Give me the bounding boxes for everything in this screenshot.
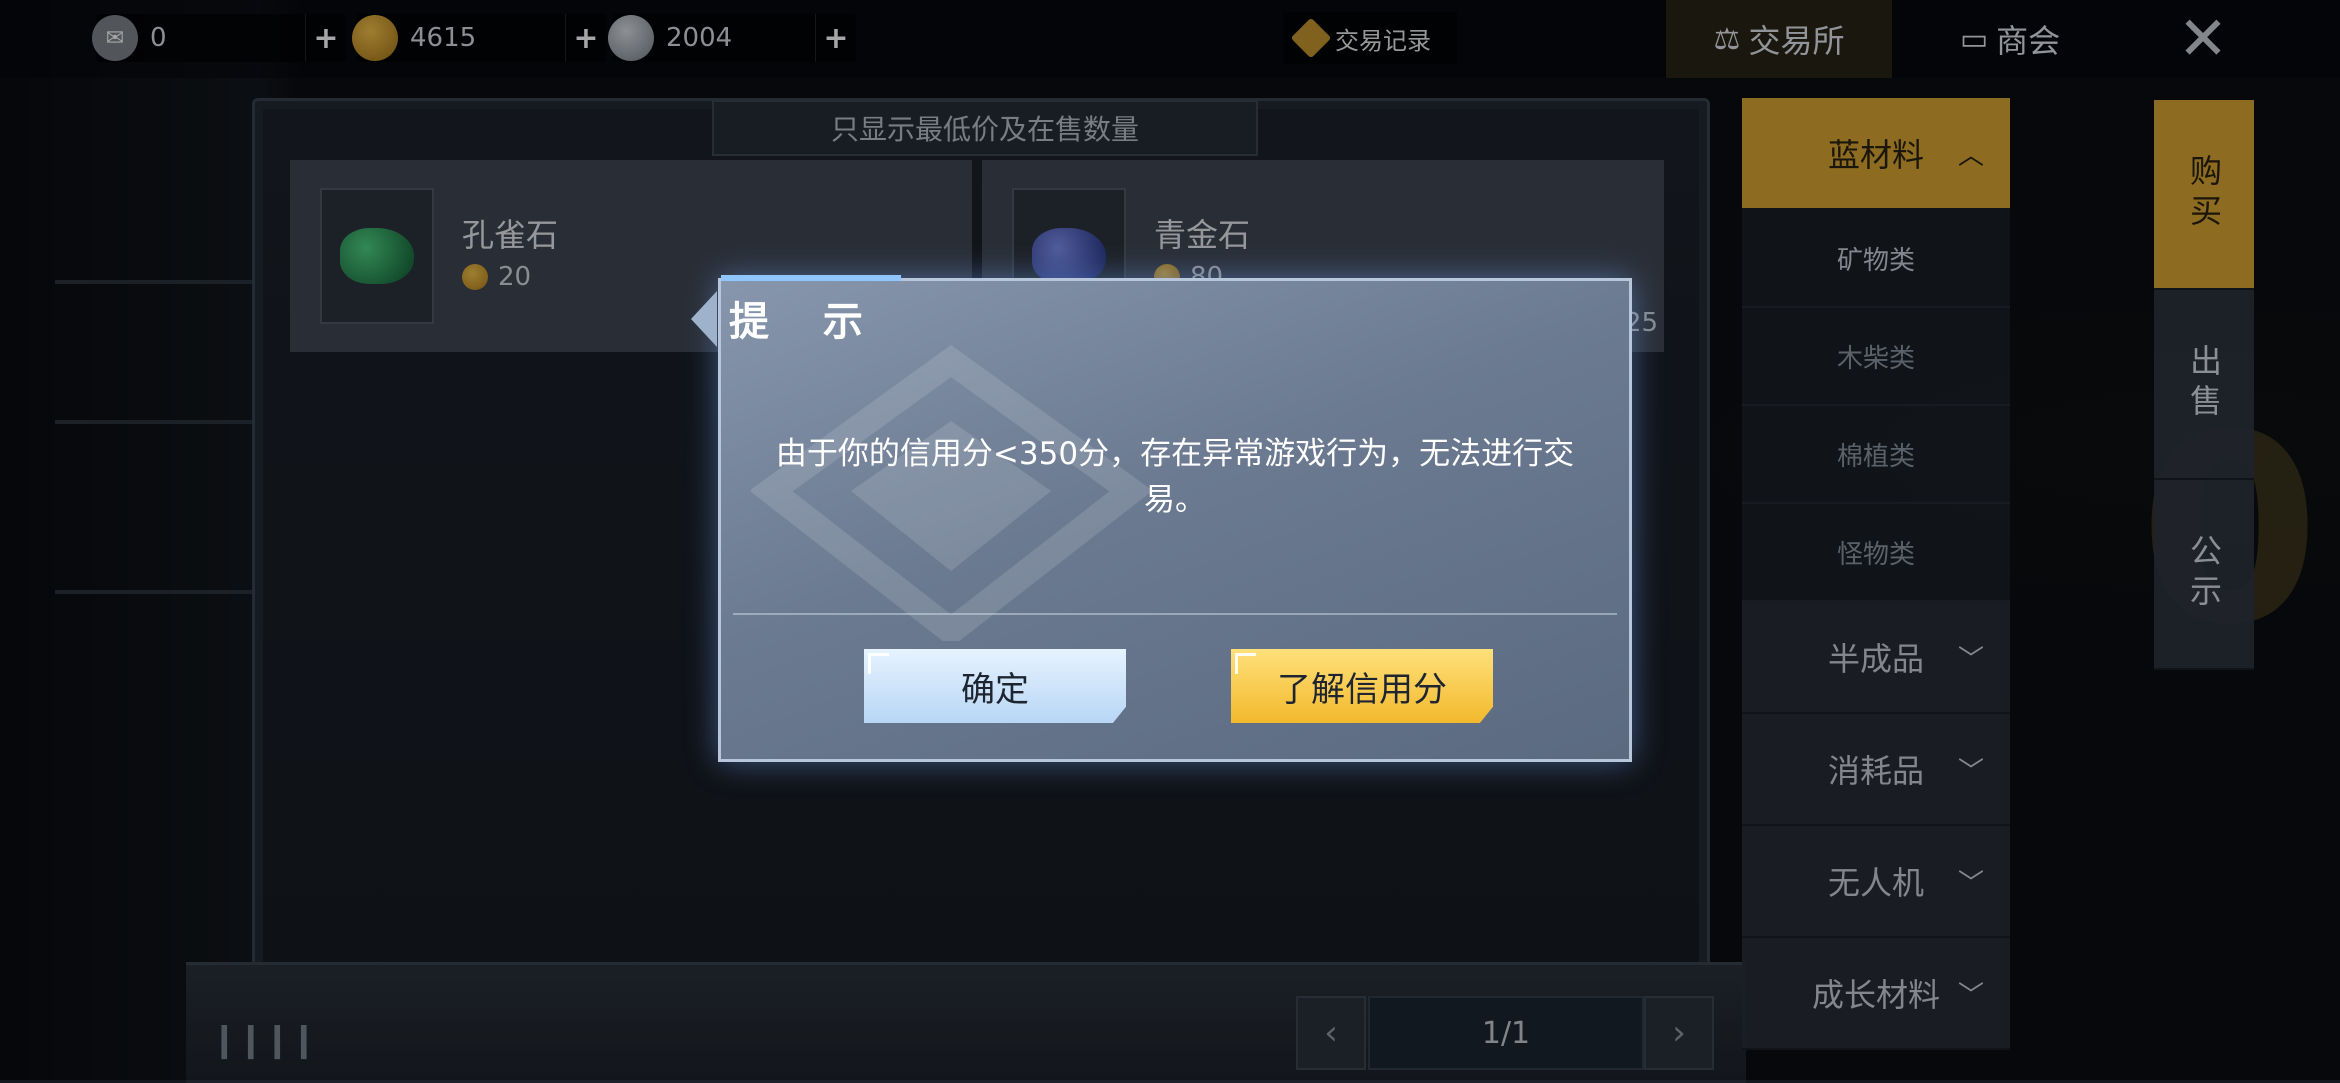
notice-dialog: 提 示 由于你的信用分<350分，存在异常游戏行为，无法进行交易。 确定 了解信… (691, 275, 1632, 762)
dialog-divider (733, 613, 1617, 615)
dialog-notch (691, 291, 717, 347)
dialog-glow (721, 275, 901, 281)
confirm-button[interactable]: 确定 (864, 649, 1126, 723)
dialog-message: 由于你的信用分<350分，存在异常游戏行为，无法进行交易。 (775, 436, 1575, 518)
learn-credit-button[interactable]: 了解信用分 (1231, 649, 1493, 723)
dialog-title: 提 示 (729, 299, 883, 345)
